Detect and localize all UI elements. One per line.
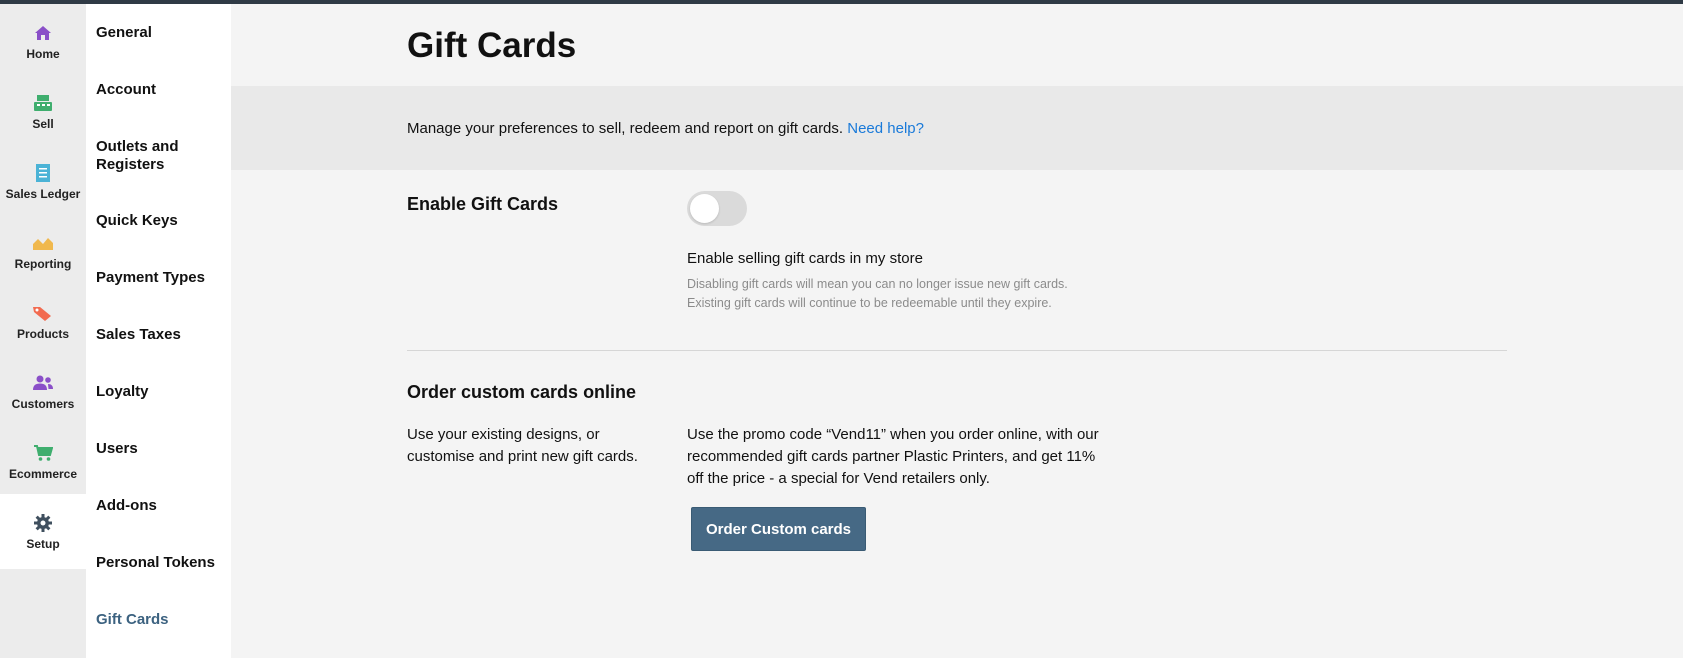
- order-description-line: customise and print new gift cards.: [407, 448, 638, 465]
- home-icon: [32, 22, 54, 44]
- help-text-existing: Existing gift cards will continue to be …: [687, 296, 1052, 310]
- promo-description: Use the promo code “Vend11” when you ord…: [687, 424, 1099, 490]
- nav-sales-ledger-label: Sales Ledger: [5, 187, 81, 201]
- nav-products[interactable]: Products: [0, 284, 86, 359]
- banner-description: Manage your preferences to sell, redeem …: [407, 120, 844, 137]
- nav-home-label: Home: [26, 47, 60, 61]
- promo-description-line: recommended gift cards partner Plastic P…: [687, 448, 1096, 465]
- gear-icon: [32, 512, 54, 534]
- nav-ecommerce-label: Ecommerce: [8, 467, 78, 481]
- nav-reporting[interactable]: Reporting: [0, 214, 86, 289]
- nav-reporting-label: Reporting: [14, 257, 72, 271]
- banner-text-row: Manage your preferences to sell, redeem …: [407, 120, 924, 137]
- subnav-item-general[interactable]: General: [96, 24, 226, 42]
- nav-sell[interactable]: Sell: [0, 74, 86, 149]
- subnav-item-add-ons[interactable]: Add-ons: [96, 497, 226, 515]
- nav-setup-label: Setup: [26, 537, 60, 551]
- section-divider: [407, 350, 1507, 351]
- subnav-item-users[interactable]: Users: [96, 440, 226, 458]
- nav-ecommerce[interactable]: Ecommerce: [0, 424, 86, 499]
- page-title: Gift Cards: [407, 26, 577, 65]
- nav-customers[interactable]: Customers: [0, 354, 86, 429]
- subnav-item-payment-types[interactable]: Payment Types: [96, 269, 226, 287]
- nav-sales-ledger[interactable]: Sales Ledger: [0, 144, 86, 219]
- promo-description-line: off the price - a special for Vend retai…: [687, 470, 990, 487]
- subnav-item-outlets-and-registers[interactable]: Outlets and Registers: [96, 138, 226, 174]
- register-icon: [32, 92, 54, 114]
- main-nav-rail: Home Sell Sales Ledger Reporting Product…: [0, 4, 86, 658]
- subnav-item-personal-tokens[interactable]: Personal Tokens: [96, 554, 226, 572]
- subnav-item-sales-taxes[interactable]: Sales Taxes: [96, 326, 226, 344]
- help-text-disabling: Disabling gift cards will mean you can n…: [687, 277, 1068, 291]
- chart-icon: [32, 232, 54, 254]
- enable-gift-cards-label: Enable selling gift cards in my store: [687, 250, 923, 267]
- promo-description-line: Use the promo code “Vend11” when you ord…: [687, 426, 1099, 443]
- enable-gift-cards-toggle[interactable]: [687, 191, 747, 226]
- nav-home[interactable]: Home: [0, 4, 86, 79]
- need-help-link[interactable]: Need help?: [847, 120, 924, 137]
- nav-sell-label: Sell: [32, 117, 54, 131]
- subnav-item-loyalty[interactable]: Loyalty: [96, 383, 226, 401]
- subnav-item-quick-keys[interactable]: Quick Keys: [96, 212, 226, 230]
- nav-products-label: Products: [16, 327, 69, 341]
- nav-customers-label: Customers: [11, 397, 75, 411]
- people-icon: [32, 372, 54, 394]
- order-description-line: Use your existing designs, or: [407, 426, 600, 443]
- cart-icon: [32, 442, 54, 464]
- gift-cards-page: Gift Cards Manage your preferences to se…: [231, 4, 1683, 658]
- order-custom-cards-title: Order custom cards online: [407, 382, 637, 402]
- toggle-knob: [690, 194, 719, 223]
- order-custom-cards-button[interactable]: Order Custom cards: [691, 507, 866, 551]
- enable-gift-cards-title: Enable Gift Cards: [407, 194, 559, 214]
- info-banner: Manage your preferences to sell, redeem …: [231, 86, 1683, 170]
- nav-setup[interactable]: Setup: [0, 494, 86, 569]
- order-description: Use your existing designs, or customise …: [407, 424, 638, 468]
- ledger-icon: [32, 162, 54, 184]
- subnav-item-account[interactable]: Account: [96, 81, 226, 99]
- tag-icon: [32, 302, 54, 324]
- subnav-item-gift-cards[interactable]: Gift Cards: [96, 611, 226, 629]
- setup-subnav: General Account Outlets and Registers Qu…: [86, 4, 231, 658]
